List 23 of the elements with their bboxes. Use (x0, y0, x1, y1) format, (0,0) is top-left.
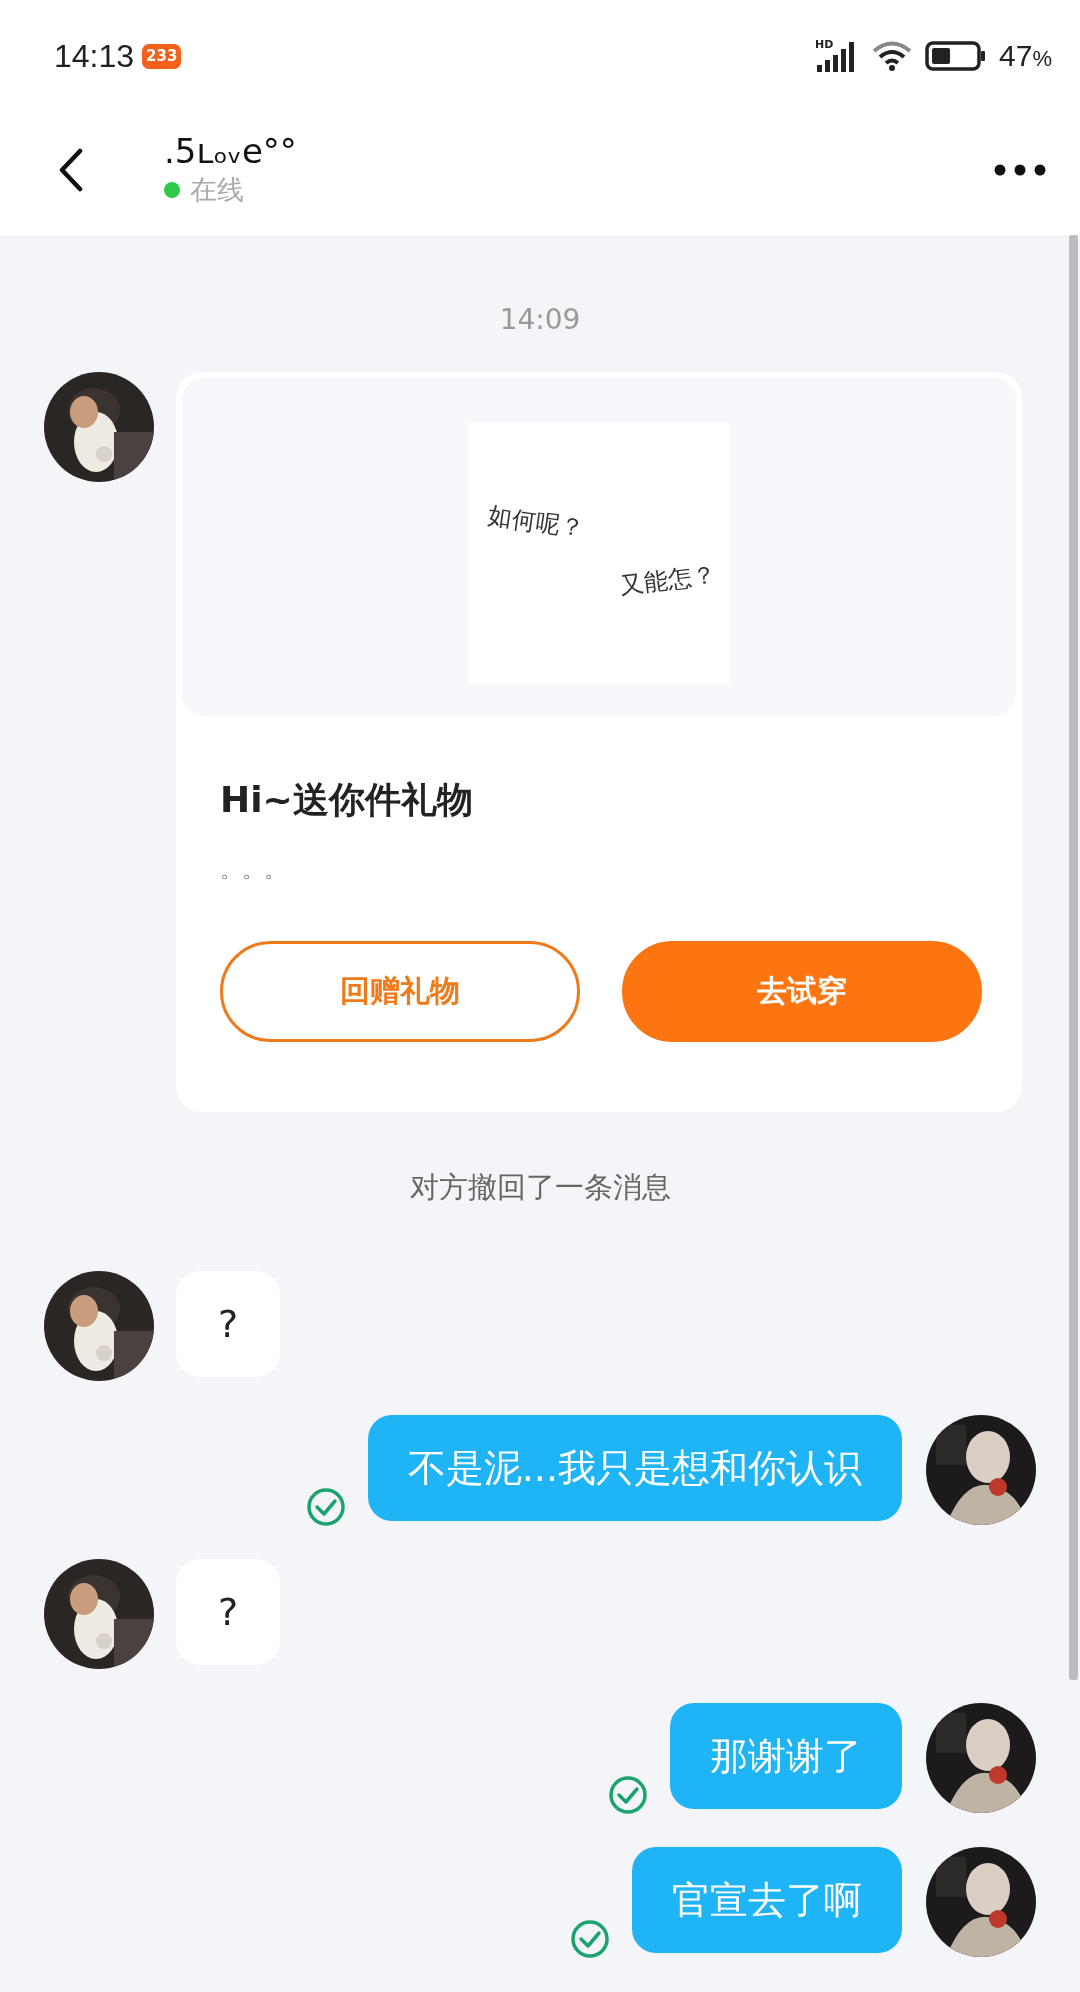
print-text: 又能怎？ (618, 559, 718, 602)
clock-time: 14:13 (54, 37, 135, 75)
gift-message: 。。。 (220, 856, 286, 884)
print-text: 如何呢？ (486, 500, 586, 545)
try-on-button[interactable]: 去试穿 (622, 941, 982, 1042)
message-bubble: ? (176, 1559, 281, 1665)
back-icon (58, 147, 84, 192)
message-bubble: 官宣去了啊 (632, 1847, 902, 1953)
contact-name: .5ʟₒᵥe°° (164, 131, 297, 172)
recall-notice: 对方撤回了一条消息 (409, 1169, 671, 1206)
message-bubble: 不是泥...我只是想和你认识 (367, 1415, 902, 1521)
network-type-label: HD (815, 39, 834, 50)
battery-icon (925, 41, 988, 71)
return-gift-button[interactable]: 回赠礼物 (220, 941, 580, 1042)
app-badge: 233 (142, 43, 182, 69)
presence-text: 在线 (190, 172, 244, 207)
gift-title: Hi~送你件礼物 (220, 778, 473, 822)
message-bubble: 那谢谢了 (670, 1703, 902, 1809)
battery-percent: 47% (999, 39, 1052, 73)
message-bubble: ? (176, 1271, 281, 1377)
message-time: 14:09 (499, 303, 581, 336)
wifi-icon (871, 40, 914, 72)
more-icon (994, 163, 1046, 176)
